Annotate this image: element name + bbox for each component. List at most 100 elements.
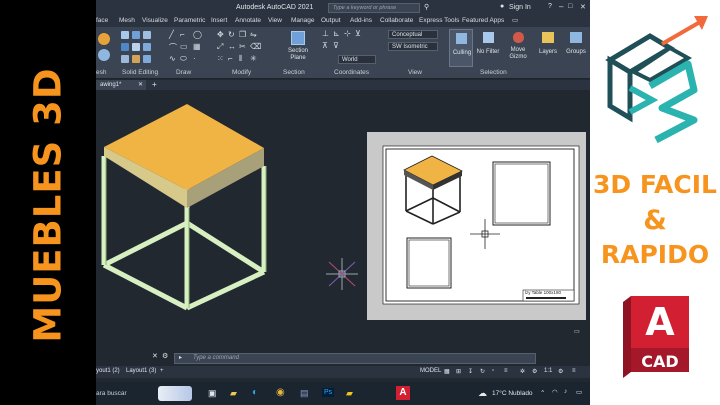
minimize-icon[interactable]: – bbox=[559, 2, 563, 11]
menu-item-mesh[interactable]: Mesh bbox=[119, 17, 135, 24]
menu-item-output[interactable]: Output bbox=[321, 17, 341, 24]
menu-item-express-tools[interactable]: Express Tools bbox=[419, 17, 459, 24]
snap-icon[interactable]: ⊞ bbox=[456, 368, 461, 375]
stretch-icon[interactable]: ↔ bbox=[228, 42, 236, 51]
tray-up-icon[interactable]: ⌃ bbox=[540, 389, 545, 397]
scale-icon[interactable]: ⤢ bbox=[217, 42, 223, 52]
drawing-tab[interactable]: awing1* ✕ bbox=[96, 80, 146, 90]
menu-item-collaborate[interactable]: Collaborate bbox=[380, 17, 413, 24]
move-gizmo-button[interactable]: Move Gizmo bbox=[505, 29, 531, 67]
command-input[interactable]: Type a command bbox=[193, 355, 239, 361]
slice-icon[interactable] bbox=[132, 55, 140, 63]
menu-item-annotate[interactable]: Annotate bbox=[235, 17, 261, 24]
fillet-icon[interactable]: ⌐ bbox=[228, 54, 233, 63]
chrome-icon[interactable]: ◉ bbox=[276, 387, 285, 398]
visual-style-dropdown[interactable]: Conceptual bbox=[388, 30, 438, 39]
binoculars-icon[interactable]: ⚲ bbox=[424, 3, 429, 11]
search-box[interactable]: Type a keyword or phrase bbox=[328, 3, 420, 13]
offset-icon[interactable]: ⫴ bbox=[239, 54, 242, 64]
arc-icon[interactable]: ⌒ bbox=[169, 42, 177, 53]
ellipse-icon[interactable]: ⬭ bbox=[180, 54, 187, 64]
weather-text[interactable]: 17°C Nublado bbox=[492, 390, 533, 397]
intersect-icon[interactable] bbox=[143, 43, 151, 51]
hatch-icon[interactable]: ▦ bbox=[193, 42, 201, 51]
menu-item-add-ins[interactable]: Add-ins bbox=[350, 17, 372, 24]
culling-button[interactable]: Culling bbox=[449, 29, 473, 67]
edge-icon[interactable]: ◐ bbox=[252, 387, 258, 398]
layout-scrollbar-icon[interactable]: ▭ bbox=[574, 328, 580, 335]
drawing-viewport[interactable]: lzy Table 100x180 ▭ bbox=[96, 90, 590, 352]
array-icon[interactable]: ⁙ bbox=[217, 54, 224, 63]
move-icon[interactable]: ✥ bbox=[217, 30, 224, 39]
maximize-icon[interactable]: □ bbox=[568, 3, 572, 10]
annotation-scale-value[interactable]: 1:1 bbox=[544, 368, 552, 374]
menu-item-view[interactable]: View bbox=[268, 17, 282, 24]
ucs-icon[interactable]: ⊥ bbox=[322, 29, 329, 38]
store-icon[interactable]: ▤ bbox=[300, 388, 309, 399]
menu-item-visualize[interactable]: Visualize bbox=[142, 17, 168, 24]
layers-button[interactable]: Layers bbox=[536, 29, 560, 67]
search-input[interactable]: Type a keyword or phrase bbox=[333, 5, 396, 11]
panel-modify[interactable]: Modify bbox=[232, 69, 251, 76]
ucs-origin-icon[interactable]: ⊹ bbox=[344, 29, 351, 38]
rotate-icon[interactable]: ↻ bbox=[228, 30, 235, 39]
network-icon[interactable]: ◠ bbox=[552, 388, 558, 396]
panel-mesh[interactable]: esh bbox=[96, 69, 106, 76]
panel-selection[interactable]: Selection bbox=[480, 69, 507, 76]
explode-icon[interactable]: ✳ bbox=[250, 54, 257, 63]
panel-solid-editing[interactable]: Solid Editing bbox=[122, 69, 158, 76]
command-line[interactable]: ▸ Type a command bbox=[174, 353, 536, 364]
new-tab-icon[interactable]: + bbox=[152, 80, 157, 89]
mirror-icon[interactable]: ⇋ bbox=[250, 30, 257, 39]
subtract-icon[interactable] bbox=[132, 43, 140, 51]
ucs-y-icon[interactable]: ⊼ bbox=[322, 41, 328, 50]
menu-item-insert[interactable]: Insert bbox=[211, 17, 227, 24]
shell-icon[interactable] bbox=[121, 55, 129, 63]
ucs-z-icon[interactable]: ⊽ bbox=[333, 41, 339, 50]
point-icon[interactable]: · bbox=[193, 54, 196, 63]
union-icon[interactable] bbox=[121, 43, 129, 51]
sign-in-link[interactable]: Sign In bbox=[509, 4, 531, 11]
taskbar-search-input[interactable]: ara buscar bbox=[96, 390, 127, 397]
mesh-smooth-icon[interactable] bbox=[98, 49, 110, 61]
menu-item-manage[interactable]: Manage bbox=[291, 17, 315, 24]
erase-icon[interactable]: ⌫ bbox=[250, 42, 261, 51]
command-close-icon[interactable]: ✕ bbox=[152, 352, 158, 360]
workspace-icon[interactable]: ⚙ bbox=[532, 368, 537, 375]
layout-tab-1[interactable]: yout1 (2) bbox=[96, 368, 120, 374]
osnap-icon[interactable]: ▫ bbox=[492, 368, 494, 374]
lineweight-icon[interactable]: ≡ bbox=[504, 368, 508, 374]
annotation-icon[interactable]: ✲ bbox=[520, 368, 525, 375]
user-icon[interactable]: ● bbox=[500, 3, 504, 10]
view-preset-dropdown[interactable]: SW Isometric bbox=[388, 42, 438, 51]
rectangle-icon[interactable]: ▭ bbox=[180, 42, 188, 51]
task-view-icon[interactable]: ▣ bbox=[208, 388, 217, 399]
extrude-faces-icon[interactable] bbox=[132, 31, 140, 39]
copy-icon[interactable]: ❐ bbox=[239, 30, 246, 39]
panel-toggle-icon[interactable]: ▭ bbox=[512, 16, 518, 24]
extract-edges-icon[interactable] bbox=[121, 31, 129, 39]
menu-item-featured-apps[interactable]: Featured Apps bbox=[462, 17, 504, 24]
menu-item-surface[interactable]: face bbox=[96, 17, 108, 24]
language-icon[interactable]: ▭ bbox=[576, 388, 582, 396]
ucs-x-icon[interactable]: ⊻ bbox=[355, 29, 361, 38]
volume-icon[interactable]: ♪ bbox=[564, 388, 567, 395]
trim-icon[interactable]: ✂ bbox=[239, 42, 246, 51]
grid-icon[interactable]: ▦ bbox=[444, 368, 450, 375]
panel-view[interactable]: View bbox=[408, 69, 422, 76]
polar-icon[interactable]: ↻ bbox=[480, 368, 485, 375]
status-menu-icon[interactable]: ≡ bbox=[572, 368, 576, 374]
no-filter-button[interactable]: No Filter bbox=[475, 29, 501, 67]
groups-button[interactable]: Groups bbox=[563, 29, 589, 67]
imprint-icon[interactable] bbox=[143, 55, 151, 63]
help-icon[interactable]: ? bbox=[548, 3, 552, 10]
panel-draw[interactable]: Draw bbox=[176, 69, 191, 76]
explorer-icon[interactable]: ▰ bbox=[230, 388, 237, 399]
model-space-toggle[interactable]: MODEL bbox=[420, 368, 441, 374]
section-plane-button[interactable]: Section Plane bbox=[282, 29, 314, 67]
layout-tab-2[interactable]: Layout1 (3) bbox=[126, 368, 156, 374]
weather-icon[interactable]: ☁ bbox=[478, 388, 487, 399]
close-icon[interactable]: ✕ bbox=[580, 3, 586, 11]
tab-close-icon[interactable]: ✕ bbox=[138, 80, 143, 90]
add-layout-icon[interactable]: + bbox=[160, 368, 164, 374]
